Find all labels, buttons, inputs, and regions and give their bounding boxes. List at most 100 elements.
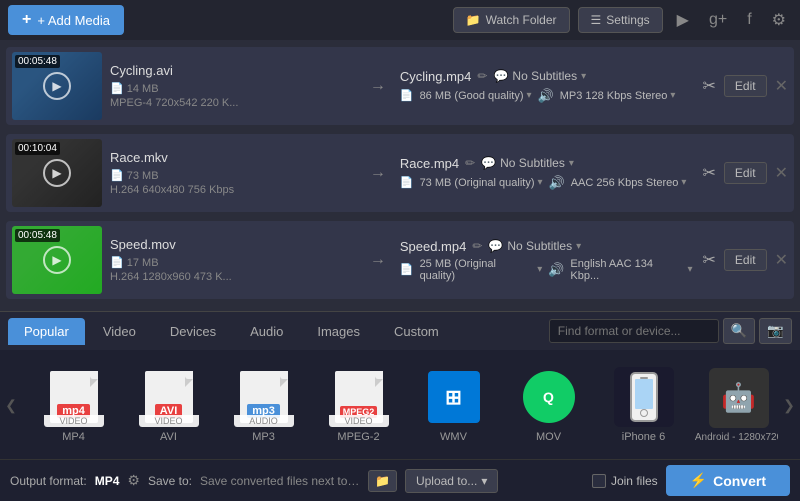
format-item-mpeg2[interactable]: MPEG2 VIDEO MPEG-2 [311,360,406,450]
quality-label: 86 MB (Good quality) [420,90,524,102]
subtitle-label: No Subtitles [512,69,577,83]
output-info: Race.mp4 ✏ 💬 No Subtitles ▾ 📄 73 MB (Ori… [394,156,699,191]
quality-select[interactable]: 86 MB (Good quality) ▾ [420,90,532,102]
tab-custom[interactable]: Custom [378,318,455,345]
edit-button[interactable]: Edit [724,162,767,184]
upload-button[interactable]: Upload to... ▾ [405,469,498,493]
file-row: 00:05:48 ▶ Speed.mov 📄 17 MB H.264 1280x… [6,221,794,299]
scissors-icon[interactable]: ✂ [703,76,716,96]
file-size: 📄 14 MB [110,82,354,95]
file-icon2: 📄 [400,176,414,189]
file-info: Race.mkv 📄 73 MB H.264 640x480 756 Kbps [102,150,362,196]
output-row: Race.mp4 ✏ 💬 No Subtitles ▾ [400,156,693,171]
play-button[interactable]: ▶ [43,72,71,100]
camera-button[interactable]: 📷 [759,318,792,344]
format-item-wmv[interactable]: ⊞ WMV [406,360,501,450]
join-files-checkbox[interactable]: Join files [592,474,658,488]
file-icon: 📄 [110,170,124,182]
grid-next-button[interactable]: ❯ [778,350,800,460]
format-item-avi[interactable]: AVI VIDEO AVI [121,360,216,450]
quality-label: 73 MB (Original quality) [420,177,535,189]
tab-audio[interactable]: Audio [234,318,299,345]
source-filename: Speed.mov [110,237,354,252]
play-button[interactable]: ▶ [43,246,71,274]
youtube-icon-button[interactable]: ▶ [671,6,695,34]
format-icon-mov: Q [519,367,579,427]
quality-select[interactable]: 25 MB (Original quality) ▾ [420,258,543,282]
file-info: Cycling.avi 📄 14 MB MPEG-4 720x542 220 K… [102,63,362,109]
audio-select[interactable]: English AAC 134 Kbp... ▾ [570,258,692,282]
tab-images[interactable]: Images [301,318,376,345]
format-label-avi: AVI [160,431,177,443]
format-search-input[interactable] [549,319,719,343]
tab-video[interactable]: Video [87,318,152,345]
quality-label: 25 MB (Original quality) [420,258,535,282]
google-plus-icon-button[interactable]: g+ [703,7,733,33]
edit-filename-icon[interactable]: ✏ [465,156,475,170]
format-icon-android: 🤖 [709,368,769,428]
facebook-icon-button[interactable]: f [741,7,757,33]
output-meta: 📄 25 MB (Original quality) ▾ 🔊 English A… [400,258,693,282]
tab-popular[interactable]: Popular [8,318,85,345]
audio-dropdown-arrow: ▾ [687,264,692,275]
file-row: 00:10:04 ▶ Race.mkv 📄 73 MB H.264 640x48… [6,134,794,212]
watch-folder-button[interactable]: 📁 Watch Folder [453,7,570,33]
subtitle-select[interactable]: 💬 No Subtitles ▾ [481,156,574,170]
gear-icon-button[interactable]: ⚙ [766,6,792,34]
subtitle-select[interactable]: 💬 No Subtitles ▾ [493,69,586,83]
edit-filename-icon[interactable]: ✏ [472,239,482,253]
output-info: Speed.mp4 ✏ 💬 No Subtitles ▾ 📄 25 MB (Or… [394,239,699,282]
format-label-mp4: MP4 [62,431,85,443]
edit-button[interactable]: Edit [724,75,767,97]
close-icon[interactable]: ✕ [775,163,788,183]
output-settings-gear-icon[interactable]: ⚙ [127,472,140,489]
subtitle-select[interactable]: 💬 No Subtitles ▾ [488,239,581,253]
format-item-mov[interactable]: Q MOV [501,360,596,450]
scissors-icon[interactable]: ✂ [703,250,716,270]
arrow: → [362,77,394,95]
file-thumbnail[interactable]: 00:05:48 ▶ [12,226,102,294]
format-item-iphone6[interactable]: iPhone 6 [596,360,691,450]
search-button[interactable]: 🔍 [723,318,756,344]
format-icon-avi: AVI VIDEO [139,367,199,427]
subtitle-label: No Subtitles [500,156,565,170]
format-grid: mp4 VIDEO MP4 AVI VIDEO AVI [22,350,778,460]
edit-button[interactable]: Edit [724,249,767,271]
tab-devices[interactable]: Devices [154,318,232,345]
audio-label: English AAC 134 Kbp... [570,258,684,282]
grid-prev-button[interactable]: ❮ [0,350,22,460]
close-icon[interactable]: ✕ [775,76,788,96]
settings-button[interactable]: ☰ Settings [578,7,663,33]
browse-folder-button[interactable]: 📁 [368,470,397,492]
output-row: Speed.mp4 ✏ 💬 No Subtitles ▾ [400,239,693,254]
file-icon: 📄 [110,83,124,95]
audio-icon: 🔊 [538,88,554,104]
upload-label: Upload to... [416,474,477,488]
settings-label: Settings [606,13,649,27]
subtitle-label: No Subtitles [507,239,572,253]
file-thumbnail[interactable]: 00:10:04 ▶ [12,139,102,207]
quality-dropdown-arrow: ▾ [538,177,543,188]
format-item-mp4[interactable]: mp4 VIDEO MP4 [26,360,121,450]
format-item-mp3[interactable]: mp3 AUDIO MP3 [216,360,311,450]
quality-select[interactable]: 73 MB (Original quality) ▾ [420,177,543,189]
add-media-button[interactable]: + + Add Media [8,5,124,35]
file-thumbnail[interactable]: 00:05:48 ▶ [12,52,102,120]
source-filename: Cycling.avi [110,63,354,78]
format-label-mp3: MP3 [252,431,275,443]
file-info: Speed.mov 📄 17 MB H.264 1280x960 473 K..… [102,237,362,283]
convert-button[interactable]: ⚡ Convert [666,465,790,496]
play-button[interactable]: ▶ [43,159,71,187]
format-tabs: Popular Video Devices Audio Images Custo… [0,312,800,350]
file-codec: H.264 1280x960 473 K... [110,271,354,283]
audio-select[interactable]: MP3 128 Kbps Stereo ▾ [560,90,676,102]
arrow: → [362,164,394,182]
scissors-icon[interactable]: ✂ [703,163,716,183]
format-item-android[interactable]: 🤖 Android - 1280x720 [691,360,778,450]
convert-label: Convert [713,473,766,489]
add-media-label: + Add Media [37,13,110,28]
close-icon[interactable]: ✕ [775,250,788,270]
audio-select[interactable]: AAC 256 Kbps Stereo ▾ [571,177,687,189]
edit-filename-icon[interactable]: ✏ [477,69,487,83]
row-divider [0,128,800,131]
